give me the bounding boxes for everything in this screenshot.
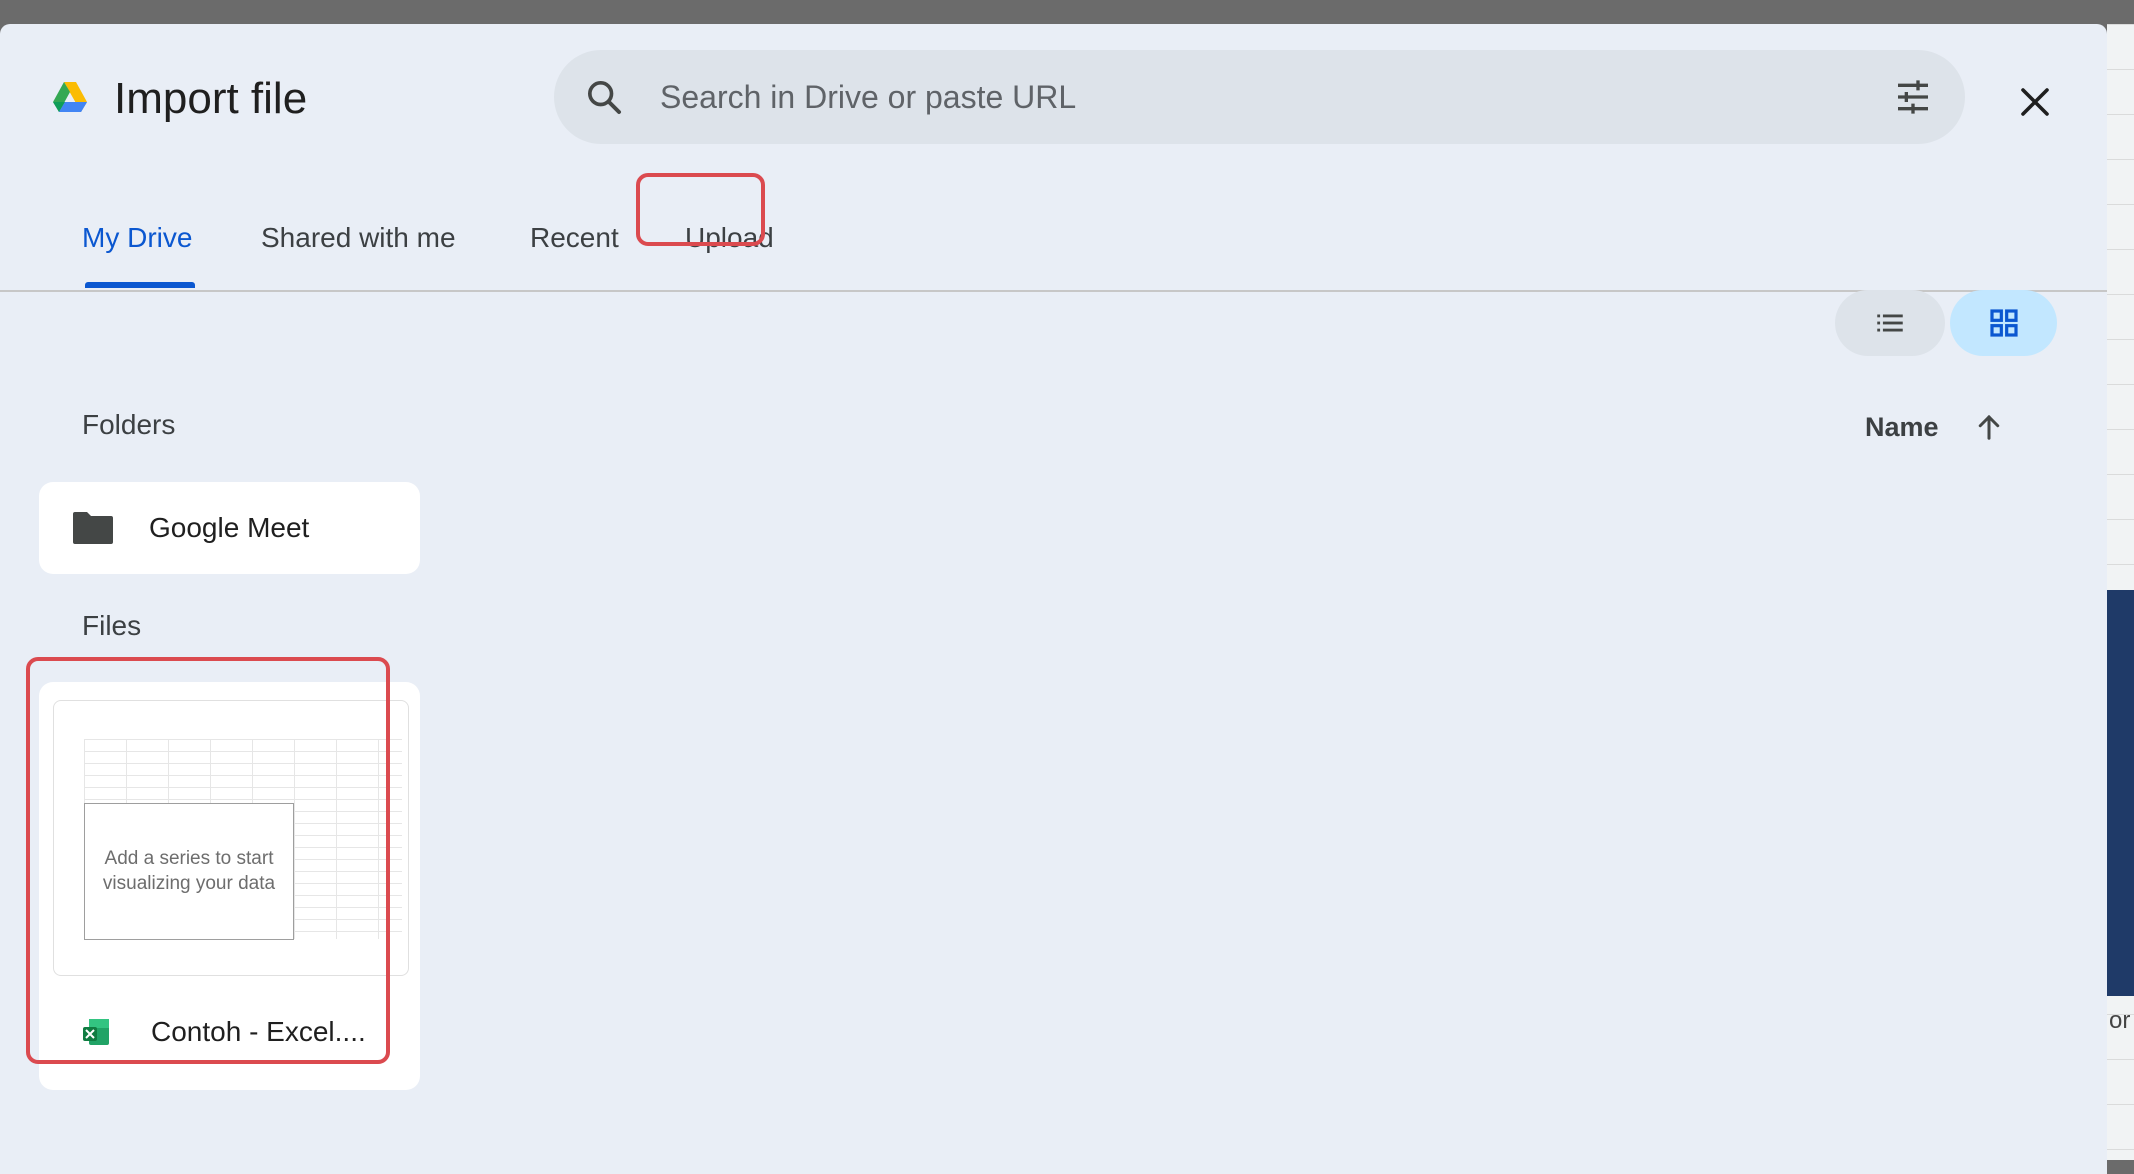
active-tab-indicator — [85, 282, 195, 288]
folder-item-google-meet[interactable]: Google Meet — [39, 482, 420, 574]
tab-my-drive[interactable]: My Drive — [82, 222, 192, 254]
google-drive-icon — [53, 82, 87, 112]
folders-heading: Folders — [82, 409, 176, 440]
folder-name: Google Meet — [149, 512, 310, 543]
grid-view-icon — [1989, 309, 2018, 337]
list-view-icon — [1877, 314, 1903, 332]
search-input[interactable] — [658, 77, 1887, 117]
list-view-button[interactable] — [1835, 290, 1945, 356]
folder-icon — [73, 512, 113, 544]
search-icon[interactable] — [578, 71, 630, 123]
background-panel — [2107, 590, 2134, 996]
import-file-dialog: Import file My Drive Shared with me Rece… — [0, 24, 2107, 1174]
background-sheet: or — [2107, 24, 2134, 1160]
tab-bar: My Drive Shared with me Recent Upload — [0, 190, 2107, 292]
tune-filter-icon[interactable] — [1887, 71, 1939, 123]
search-bar[interactable] — [554, 50, 1965, 144]
tab-shared-with-me[interactable]: Shared with me — [261, 222, 456, 254]
view-toggle — [1835, 290, 2057, 356]
close-icon[interactable] — [2009, 78, 2061, 126]
dialog-title: Import file — [114, 74, 308, 123]
background-text-fragment: or — [2109, 1007, 2131, 1034]
file-card-highlight — [26, 657, 390, 1064]
arrow-up-icon[interactable] — [1969, 407, 2009, 447]
files-heading: Files — [82, 610, 142, 641]
upload-tab-highlight — [636, 173, 765, 246]
sort-label: Name — [1865, 411, 1939, 442]
sort-control[interactable]: Name — [1865, 407, 2009, 447]
tab-recent[interactable]: Recent — [530, 222, 619, 254]
grid-view-button[interactable] — [1950, 290, 2057, 356]
